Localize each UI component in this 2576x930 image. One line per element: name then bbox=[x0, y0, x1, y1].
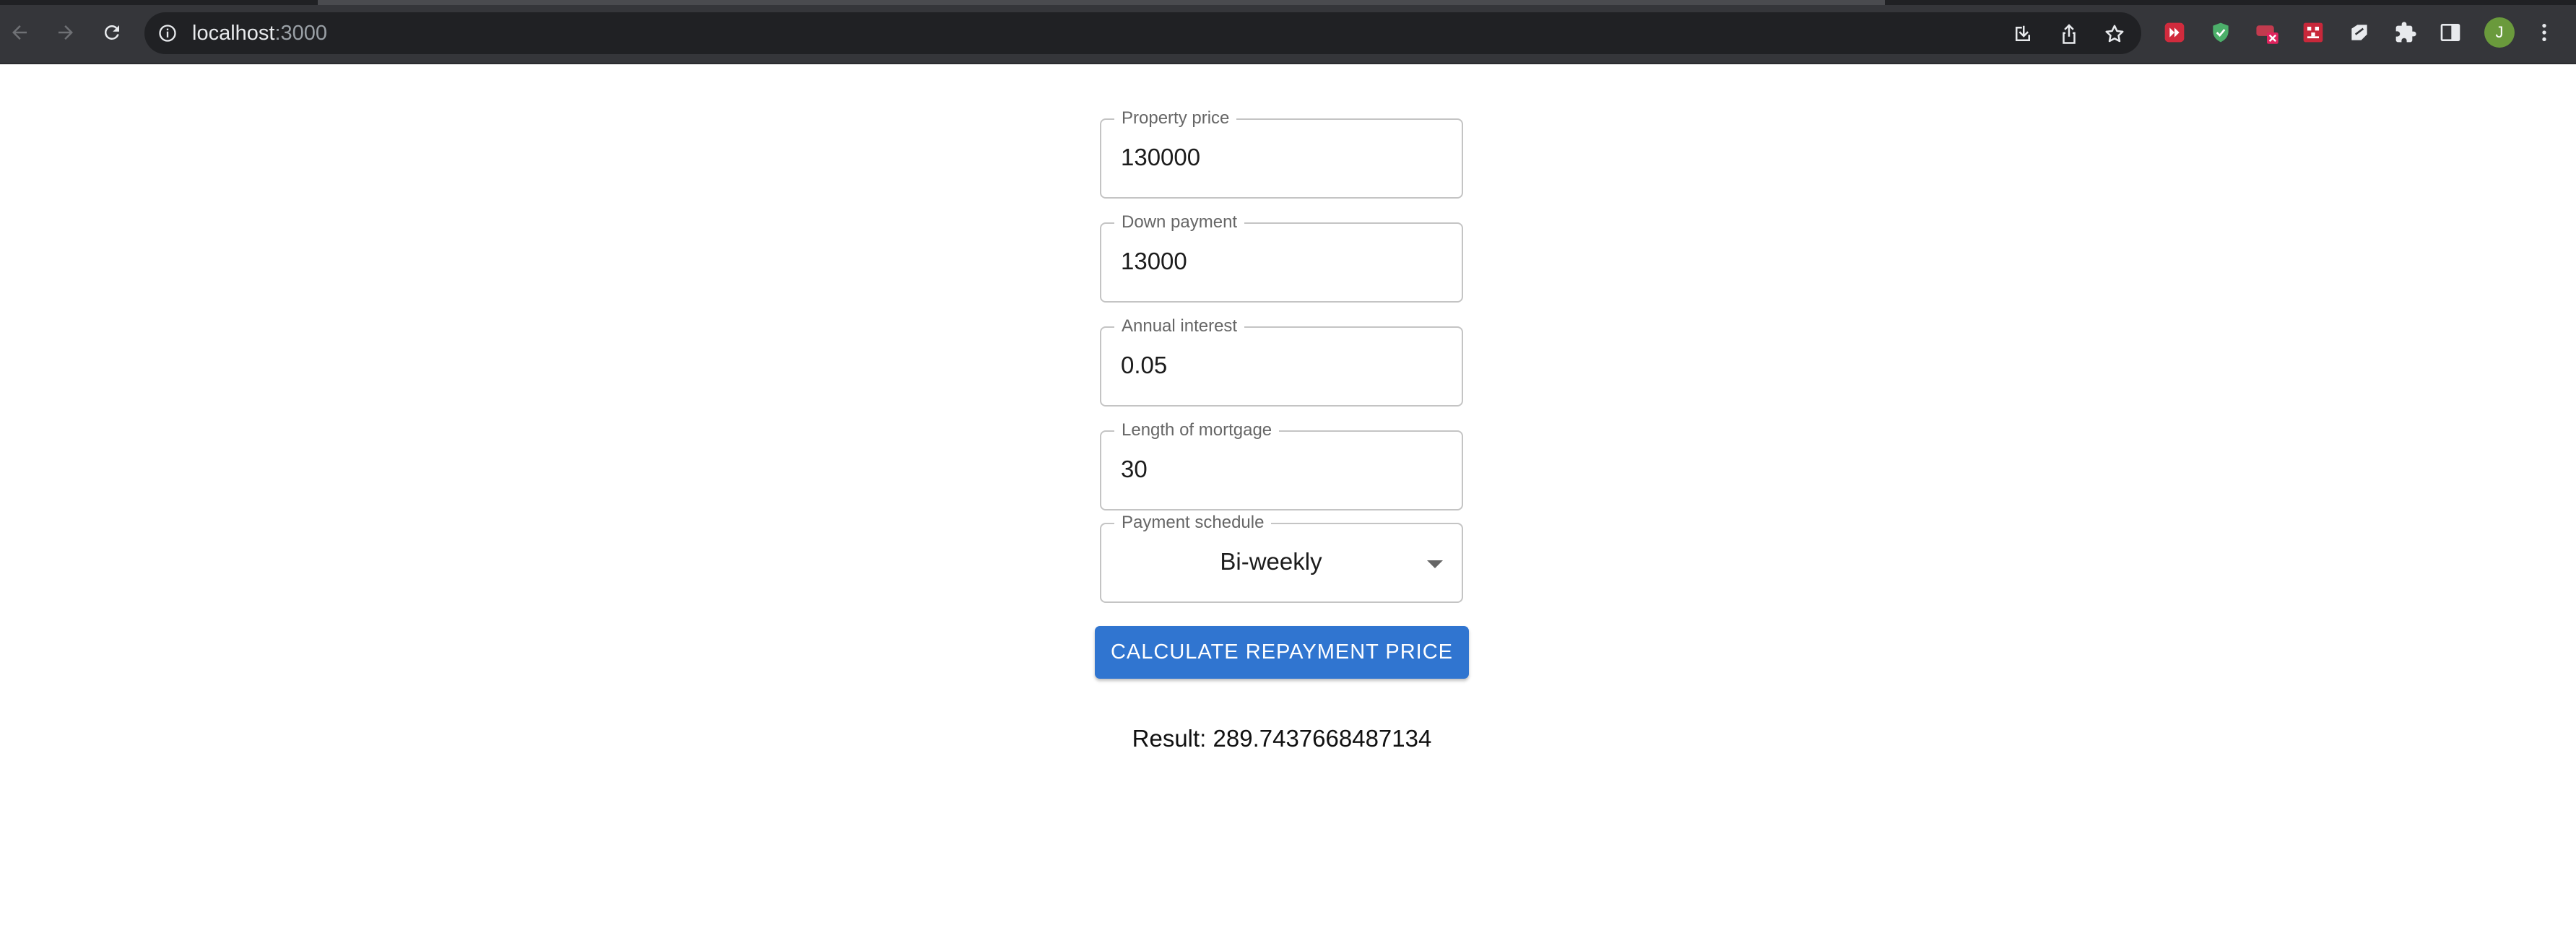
extension-red-icon[interactable] bbox=[2162, 20, 2187, 45]
install-app-icon[interactable] bbox=[2012, 23, 2034, 45]
side-panel-button[interactable] bbox=[2438, 20, 2463, 45]
puzzle-icon bbox=[2395, 22, 2416, 43]
extensions-button[interactable] bbox=[2393, 20, 2418, 45]
payment-schedule-select[interactable]: Payment schedule Bi-weekly bbox=[1100, 513, 1463, 603]
annual-interest-input[interactable]: 0.05 bbox=[1121, 351, 1167, 380]
annual-interest-label: Annual interest bbox=[1114, 316, 1245, 336]
mortgage-length-input[interactable]: 30 bbox=[1121, 455, 1148, 484]
extension-disabled-icon[interactable] bbox=[2255, 20, 2279, 45]
browser-toolbar: localhost:3000 J bbox=[0, 0, 2576, 64]
extension-error-icon bbox=[2256, 25, 2278, 44]
chevron-down-icon[interactable] bbox=[1427, 560, 1443, 568]
extension-shield-icon[interactable] bbox=[2208, 20, 2233, 45]
down-payment-field[interactable]: Down payment 13000 bbox=[1100, 212, 1463, 303]
property-price-field[interactable]: Property price 130000 bbox=[1100, 108, 1463, 199]
pixel-art-icon bbox=[2303, 22, 2323, 43]
back-button[interactable] bbox=[3, 16, 36, 49]
extension-red-badge-icon bbox=[2164, 22, 2185, 43]
browser-menu-button[interactable] bbox=[2532, 20, 2557, 45]
down-payment-label: Down payment bbox=[1114, 212, 1245, 232]
tag-icon bbox=[2351, 25, 2367, 40]
url-port: :3000 bbox=[274, 22, 328, 45]
side-panel-icon bbox=[2440, 24, 2460, 41]
extension-pixel-icon[interactable] bbox=[2301, 20, 2325, 45]
arrow-right-icon bbox=[58, 25, 73, 40]
forward-button[interactable] bbox=[49, 16, 82, 49]
profile-avatar[interactable]: J bbox=[2484, 17, 2515, 48]
property-price-label: Property price bbox=[1114, 108, 1237, 129]
tab-strip bbox=[0, 0, 2576, 5]
info-icon[interactable] bbox=[157, 23, 178, 43]
url-host: localhost bbox=[192, 22, 275, 45]
calculate-repayment-button[interactable]: CALCULATE REPAYMENT PRICE bbox=[1095, 626, 1469, 679]
arrow-left-icon bbox=[12, 25, 27, 40]
green-shield-icon bbox=[2213, 22, 2229, 43]
extension-tag-icon[interactable] bbox=[2347, 20, 2372, 45]
mortgage-length-label: Length of mortgage bbox=[1114, 420, 1280, 440]
address-bar[interactable]: localhost:3000 bbox=[144, 12, 2141, 54]
down-payment-input[interactable]: 13000 bbox=[1121, 247, 1187, 276]
annual-interest-field[interactable]: Annual interest 0.05 bbox=[1100, 316, 1463, 407]
share-icon[interactable] bbox=[2058, 23, 2080, 45]
payment-schedule-value[interactable]: Bi-weekly bbox=[1101, 547, 1441, 576]
reload-icon bbox=[104, 25, 119, 40]
kebab-menu-icon bbox=[2542, 24, 2546, 41]
active-tab-strip[interactable] bbox=[318, 0, 1885, 5]
mortgage-length-field[interactable]: Length of mortgage 30 bbox=[1100, 420, 1463, 510]
reload-button[interactable] bbox=[95, 16, 129, 49]
result-text: Result: 289.7437668487134 bbox=[1132, 725, 1432, 752]
url-text[interactable]: localhost:3000 bbox=[192, 22, 327, 44]
profile-initial: J bbox=[2495, 23, 2504, 41]
star-icon[interactable] bbox=[2104, 23, 2125, 45]
property-price-input[interactable]: 130000 bbox=[1121, 143, 1200, 172]
payment-schedule-label: Payment schedule bbox=[1114, 513, 1272, 533]
